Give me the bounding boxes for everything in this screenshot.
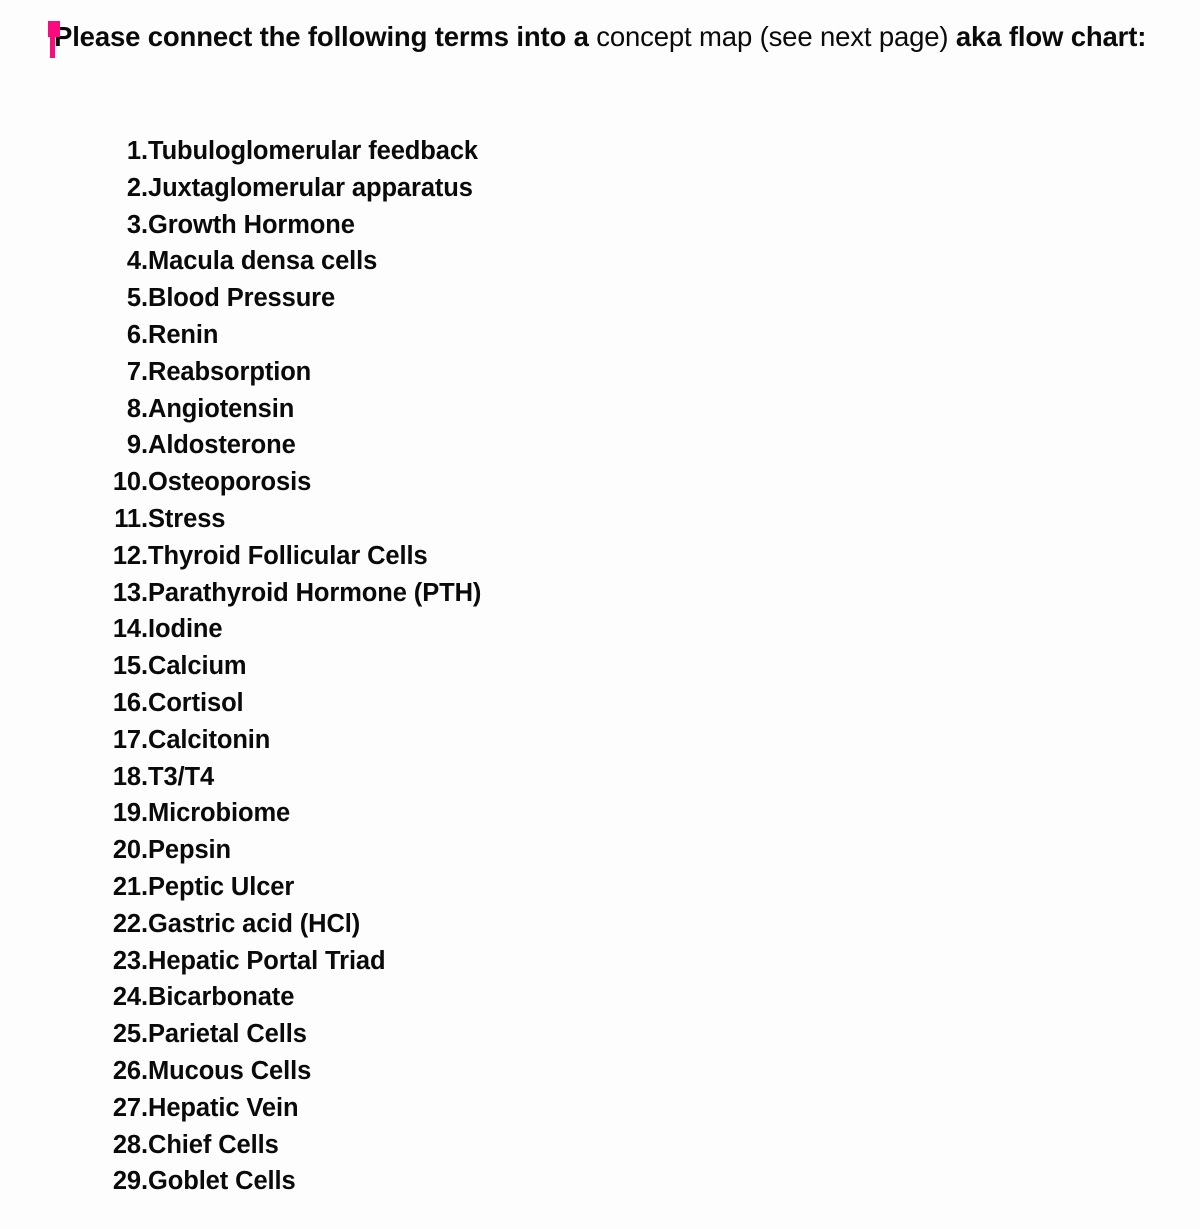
list-item: 8. Angiotensin (0, 391, 1200, 428)
list-item-number: 23. (112, 946, 148, 975)
list-item-label: Aldosterone (148, 431, 296, 460)
list-item: 15. Calcium (0, 648, 1200, 685)
list-item-number: 9. (126, 431, 148, 460)
list-item-number: 3. (126, 210, 148, 239)
list-item-number: 22. (112, 909, 148, 938)
list-item-label: Renin (148, 320, 219, 349)
list-item-number: 28. (112, 1130, 148, 1159)
list-item: 22. Gastric acid (HCl) (0, 906, 1200, 943)
list-item-number: 8. (126, 394, 148, 423)
list-item-label: Tubuloglomerular feedback (148, 137, 478, 165)
list-item-number: 19. (112, 799, 148, 828)
list-item: 10. Osteoporosis (0, 464, 1200, 501)
heading-segment-bold-1: Please connect the following terms into … (54, 21, 597, 52)
list-item-label: Hepatic Vein (148, 1093, 299, 1122)
list-item-number: 14. (112, 615, 148, 644)
list-item-number: 2. (126, 173, 148, 202)
list-item-label: Cortisol (148, 688, 244, 717)
list-item-label: Reabsorption (148, 357, 312, 386)
list-item-number: 21. (112, 872, 148, 901)
list-item-label: Chief Cells (148, 1130, 279, 1159)
list-item-number: 27. (112, 1093, 148, 1122)
list-item-number: 29. (112, 1167, 148, 1196)
list-item-number: 10. (112, 468, 148, 497)
list-item-number: 15. (112, 652, 148, 681)
list-item-number: 1. (126, 137, 148, 165)
list-item: 18. T3/T4 (0, 759, 1200, 796)
list-item-label: Thyroid Follicular Cells (148, 541, 428, 570)
list-item: 25. Parietal Cells (0, 1016, 1200, 1053)
list-item-label: Parathyroid Hormone (PTH) (148, 578, 482, 607)
list-item-number: 11. (114, 504, 148, 533)
instruction-heading: Please connect the following terms into … (44, 18, 1146, 60)
text-cursor-flag-icon (44, 18, 60, 58)
list-item-label: Stress (148, 504, 226, 533)
list-item: 7. Reabsorption (0, 354, 1200, 391)
list-item-label: Calcitonin (148, 725, 271, 754)
list-item: 16. Cortisol (0, 685, 1200, 722)
list-item: 20. Pepsin (0, 832, 1200, 869)
list-item-label: Macula densa cells (148, 247, 378, 276)
list-item-number: 6. (126, 320, 148, 349)
list-item-number: 7. (126, 357, 148, 386)
list-item-label: Osteoporosis (148, 468, 312, 497)
list-item: 2. Juxtaglomerular apparatus (0, 170, 1200, 207)
list-item: 4. Macula densa cells (0, 243, 1200, 280)
list-item: 5. Blood Pressure (0, 280, 1200, 317)
list-item: 24. Bicarbonate (0, 979, 1200, 1016)
list-item-label: Calcium (148, 652, 247, 681)
list-item: 11. Stress (0, 501, 1200, 538)
heading-segment-regular: concept map (see next page) (596, 21, 956, 52)
list-item-number: 16. (112, 688, 148, 717)
list-item: 1. Tubuloglomerular feedback (0, 133, 1200, 170)
list-item: 14. Iodine (0, 611, 1200, 648)
list-item-label: Parietal Cells (148, 1020, 307, 1049)
list-item-number: 12. (112, 541, 148, 570)
list-item-label: Goblet Cells (148, 1167, 296, 1196)
list-item-label: Peptic Ulcer (148, 872, 295, 901)
list-item-number: 24. (112, 983, 148, 1012)
heading-segment-bold-2: aka flow chart: (955, 21, 1147, 52)
list-item: 19. Microbiome (0, 795, 1200, 832)
list-item-label: Hepatic Portal Triad (148, 946, 386, 975)
heading-text: Please connect the following terms into … (54, 18, 1146, 54)
list-item-number: 5. (126, 284, 148, 313)
list-item: 12. Thyroid Follicular Cells (0, 538, 1200, 575)
list-item-label: Gastric acid (HCl) (148, 909, 361, 938)
list-item-number: 18. (112, 762, 148, 791)
list-item: 29. Goblet Cells (0, 1163, 1200, 1200)
list-item-number: 4. (126, 247, 148, 276)
list-item-label: Blood Pressure (148, 284, 336, 313)
list-item-number: 25. (112, 1020, 148, 1049)
list-item: 9. Aldosterone (0, 427, 1200, 464)
terms-list: 1. Tubuloglomerular feedback 2. Juxtaglomer… (0, 133, 1200, 1200)
list-item: 6. Renin (0, 317, 1200, 354)
list-item: 17. Calcitonin (0, 722, 1200, 759)
list-item: 23. Hepatic Portal Triad (0, 943, 1200, 980)
list-item-label: Juxtaglomerular apparatus (148, 173, 473, 202)
list-item-label: Angiotensin (148, 394, 295, 423)
list-item: 27. Hepatic Vein (0, 1090, 1200, 1127)
cursor-flag-stem (50, 35, 55, 58)
list-item-label: Growth Hormone (148, 210, 355, 239)
list-item-label: T3/T4 (148, 762, 215, 791)
list-item: 13. Parathyroid Hormone (PTH) (0, 575, 1200, 612)
list-item-label: Bicarbonate (148, 983, 295, 1012)
list-item-number: 13. (112, 578, 148, 607)
list-item-number: 20. (112, 836, 148, 865)
list-item: 21. Peptic Ulcer (0, 869, 1200, 906)
document-page: Please connect the following terms into … (0, 0, 1200, 1229)
list-item-label: Pepsin (148, 836, 232, 865)
list-item-label: Iodine (148, 615, 223, 644)
list-item: 26. Mucous Cells (0, 1053, 1200, 1090)
list-item-number: 26. (112, 1056, 148, 1085)
list-item: 3. Growth Hormone (0, 207, 1200, 244)
list-item-number: 17. (112, 725, 148, 754)
list-item-label: Mucous Cells (148, 1056, 312, 1085)
list-item-label: Microbiome (148, 799, 291, 828)
list-item: 28. Chief Cells (0, 1127, 1200, 1164)
